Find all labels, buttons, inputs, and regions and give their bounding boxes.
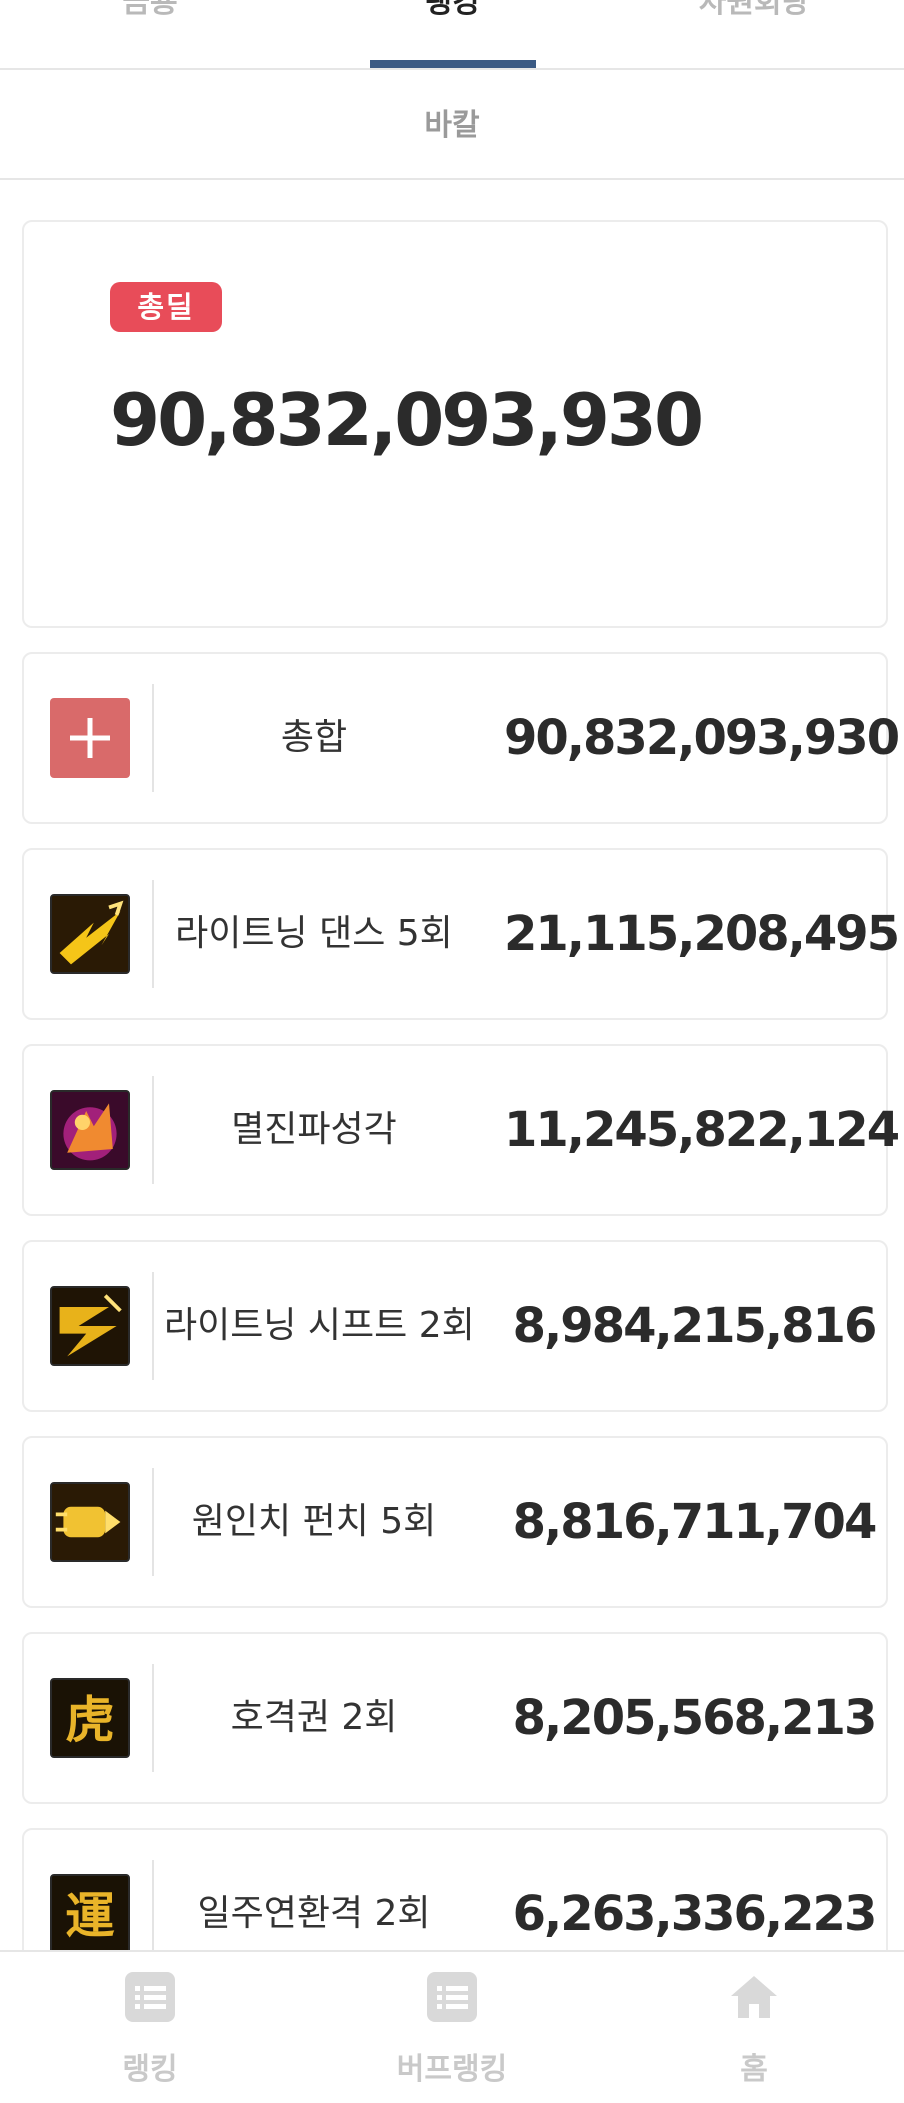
skill-name: 라이트닝 댄스 5회	[175, 913, 453, 954]
skill-row[interactable]: 멸진파성각 11,245,822,124	[22, 1044, 900, 1216]
svg-text:運: 運	[65, 1887, 114, 1945]
skill-name: 원인치 펀치 5회	[191, 1501, 437, 1542]
skill-damage: 8,816,711,704	[512, 1494, 878, 1550]
skill-row[interactable]: 원인치 펀치 5회 8,816,711,704	[22, 1436, 888, 1608]
tab-label: 금룡	[122, 0, 178, 20]
nav-label: 버프랭킹	[396, 2052, 508, 2087]
nav-label: 홈	[740, 2052, 768, 2087]
ilju-combo-icon: 運	[50, 1874, 130, 1954]
skill-name: 호격권 2회	[230, 1697, 398, 1738]
tab-dimension-corridor[interactable]: 차원회랑	[604, 0, 904, 70]
svg-text:虎: 虎	[65, 1691, 114, 1749]
tab-geumryong[interactable]: 금룡	[0, 0, 300, 70]
tab-label: 랭킹	[424, 0, 480, 20]
skill-damage: 90,832,093,930	[504, 710, 900, 766]
skill-row[interactable]: 라이트닝 시프트 2회 8,984,215,816	[22, 1240, 888, 1412]
myeoljin-icon	[50, 1090, 130, 1170]
lightning-dance-icon	[50, 894, 130, 974]
subtab-bakal[interactable]: 바칼	[0, 72, 904, 180]
top-tab-bar: 금룡 랭킹 차원회랑	[0, 0, 904, 70]
divider	[152, 684, 154, 792]
total-damage-card: 총딜 90,832,093,930	[22, 220, 888, 628]
divider	[152, 1468, 154, 1576]
home-icon	[729, 1972, 779, 2022]
one-inch-punch-icon	[50, 1482, 130, 1562]
divider	[152, 1664, 154, 1772]
skill-name: 라이트닝 시프트 2회	[164, 1305, 475, 1346]
tiger-fist-icon: 虎	[50, 1678, 130, 1758]
bottom-nav-bar: 랭킹 버프랭킹 홈	[0, 1950, 904, 2103]
skill-damage: 8,984,215,816	[512, 1298, 878, 1354]
tab-label: 차원회랑	[698, 0, 810, 20]
skill-damage: 11,245,822,124	[504, 1102, 900, 1158]
divider	[152, 880, 154, 988]
lightning-shift-icon	[50, 1286, 130, 1366]
skill-row[interactable]: 라이트닝 댄스 5회 21,115,208,495	[22, 848, 900, 1020]
total-damage-value: 90,832,093,930	[110, 378, 704, 462]
skill-damage: 21,115,208,495	[504, 906, 900, 962]
active-tab-indicator	[370, 60, 536, 68]
skill-name: 총합	[280, 717, 348, 758]
skill-row-total[interactable]: 총합 90,832,093,930	[22, 652, 900, 824]
skill-name: 멸진파성각	[231, 1109, 397, 1150]
plus-icon	[50, 698, 130, 778]
nav-home[interactable]: 홈	[604, 1952, 904, 2103]
list-icon	[125, 1972, 175, 2022]
list-icon	[427, 1972, 477, 2022]
nav-ranking[interactable]: 랭킹	[0, 1952, 300, 2103]
divider	[152, 1272, 154, 1380]
divider	[152, 1076, 154, 1184]
skill-damage: 8,205,568,213	[512, 1690, 878, 1746]
skill-row[interactable]: 虎 호격권 2회 8,205,568,213	[22, 1632, 888, 1804]
nav-label: 랭킹	[122, 2052, 178, 2087]
total-damage-badge: 총딜	[110, 282, 222, 332]
nav-buff-ranking[interactable]: 버프랭킹	[302, 1952, 602, 2103]
